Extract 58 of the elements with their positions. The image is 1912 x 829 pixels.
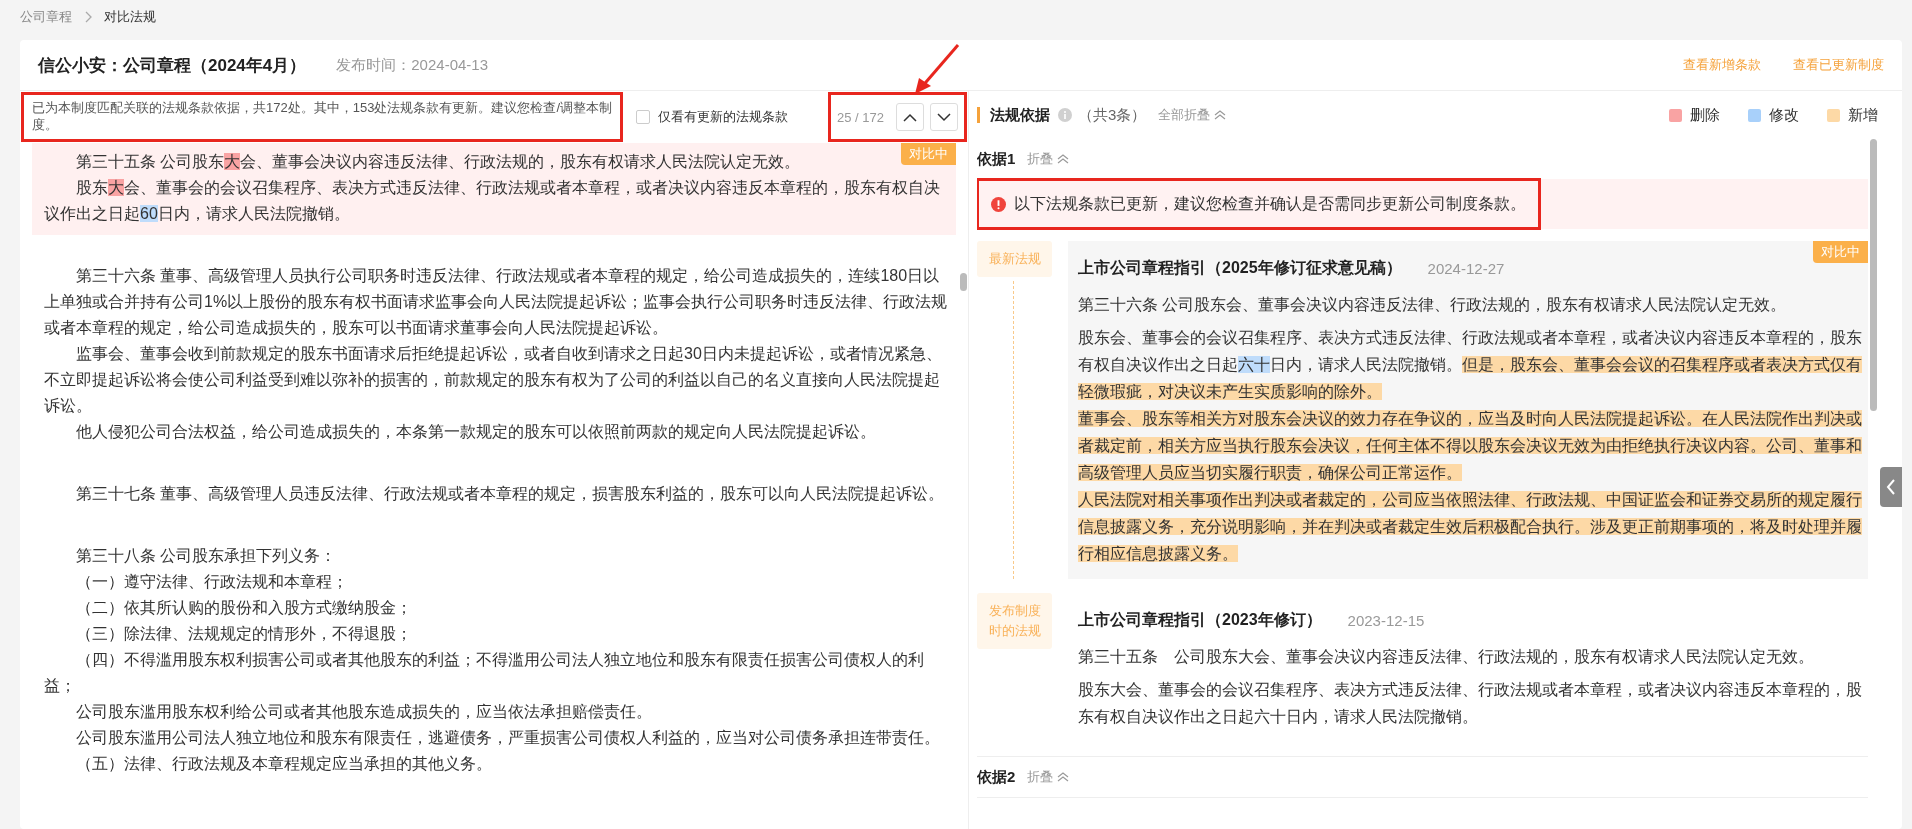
- legend-label: 修改: [1769, 105, 1799, 125]
- article-paragraph: （五）法律、行政法规及本章程规定应当承担的其他义务。: [75, 754, 493, 774]
- breadcrumb-item: 对比法规: [104, 8, 156, 26]
- regulation-paragraph: 第三十六条 公司股东会、董事会决议内容违反法律、行政法规的，股东有权请求人民法院认定无效。: [1078, 295, 1788, 315]
- page-counter: 25 / 172: [837, 109, 884, 125]
- item-count: （共3条）: [1078, 105, 1147, 125]
- regulation-paragraph: 股东会、董事会的会议召集程序、表决方式违反法律、行政法规或者本章程，或者决议内容违反本章程的，股东有权自决议作出之日起六十日内，请求人民法院撤销。但是，股东会、董事会会议的召集程序或者表决方式仅有轻微瑕疵，对决议未产生实质影响的除外。 董事会、股东等相关方对股东会决议的效力存在争议的，应当及时向人民法院提起诉讼。在人民法院作出判决或者裁定前，相关方应当执行股东会决议，任何主体不得以股东会决议无效为由拒绝执行决议内容。公司、董事和高级管理人员应当切实履行职责，确保公司正常运作。 人民法院对相关事项作出判决或者裁定的，公司应当依照法律、行政法规、中国证监会和证券交易所的规定履行信息披露义务，充分说明影响，并在判决或者裁定生效后积极配合执行。涉及更正前期事项的，将及时处理并履行相应信息披露义务。: [1078, 328, 1862, 564]
- article-paragraph: 第三十六条 董事、高级管理人员执行公司职务时违反法律、行政法规或者本章程的规定，给公司造成损失的，连续180日以上单独或合并持有公司1%以上股份的股东有权书面请求监事会向人民法院提起诉讼；监事会执行公司职务时违反法律、行政法规或者本章程的规定，给公司造成损失的，股东可以书面请求董事会向人民法院提起诉讼。: [44, 266, 949, 338]
- article-paragraph: 第三十八条 公司股东承担下列义务：: [75, 546, 338, 566]
- article-paragraph: （四）不得滥用股东权利损害公司或者其他股东的利益；不得滥用公司法人独立地位和股东有限责任损害公司债权人的利益；: [44, 650, 925, 696]
- scrollbar-thumb[interactable]: [1869, 139, 1877, 411]
- double-chevron-up-icon: [1057, 154, 1070, 164]
- chevron-left-icon: [1886, 478, 1896, 496]
- article-paragraph: 公司股东滥用公司法人独立地位和股东有限责任，逃避债务，严重损害公司债权人利益的，应当对公司债务承担连带责任。: [75, 728, 941, 748]
- chevron-up-icon: [903, 112, 917, 122]
- chevron-right-icon: [84, 11, 92, 23]
- basis-title: 依据1: [977, 149, 1016, 169]
- article-paragraph: 监事会、董事会收到前款规定的股东书面请求后拒绝提起诉讼，或者自收到请求之日起30日内未提起诉讼，或者情况紧急、不立即提起诉讼将会使公司利益受到难以弥补的损害的，前款规定的股东有权为了公司的利益以自己的名义直接向人民法院提起诉讼。: [44, 344, 943, 416]
- version-tag: 最新法规: [977, 241, 1052, 277]
- collapse-panel-button[interactable]: [1880, 467, 1902, 507]
- next-button[interactable]: [930, 103, 958, 131]
- article-paragraph: 他人侵犯公司合法权益，给公司造成损失的，本条第一款规定的股东可以依照前两款的规定向人民法院提起诉讼。: [75, 422, 877, 442]
- document-title: 信公小安：公司章程（2024年4月）: [38, 54, 307, 77]
- regulation-paragraph: 股东大会、董事会的会议召集程序、表决方式违反法律、行政法规或者本章程，或者决议内容违反本章程的，股东有权自决议作出之日起六十日内，请求人民法院撤销。: [1078, 680, 1862, 727]
- comparing-badge: 对比中: [901, 143, 956, 165]
- legend-label: 删除: [1690, 105, 1720, 125]
- article-paragraph: （三）除法律、法规规定的情形外，不得退股；: [75, 624, 413, 644]
- article-paragraph: 公司股东滥用股东权利给公司或者其他股东造成损失的，应当依法承担赔偿责任。: [75, 702, 653, 722]
- article-paragraph: 股东大会、董事会的会议召集程序、表决方式违反法律、行政法规或者本章程，或者决议内容违反本章程的，股东有权自决议作出之日起60日内，请求人民法院撤销。: [44, 178, 941, 224]
- article-paragraph: （二）依其所认购的股份和入股方式缴纳股金；: [75, 598, 413, 618]
- regulation-title: 上市公司章程指引（2025年修订征求意见稿）: [1078, 257, 1402, 278]
- basis-title: 依据2: [977, 767, 1016, 787]
- regulation-title: 上市公司章程指引（2023年修订）: [1078, 609, 1322, 630]
- article-paragraph: 第三十七条 董事、高级管理人员违反法律、行政法规或者本章程的规定，损害股东利益的，股东可以向人民法院提起诉讼。: [75, 484, 946, 504]
- scrollbar-thumb[interactable]: [959, 273, 967, 291]
- chevron-down-icon: [937, 112, 951, 122]
- double-chevron-up-icon: [1214, 110, 1227, 120]
- filter-checkbox[interactable]: 仅看有更新的法规条款: [636, 108, 788, 126]
- breadcrumb-item[interactable]: 公司章程: [20, 8, 72, 26]
- header-link[interactable]: 查看新增条款: [1683, 56, 1761, 74]
- regulation-date: 2024-12-27: [1427, 259, 1505, 277]
- regulation-paragraph: 第三十五条 公司股东大会、董事会决议内容违反法律、行政法规的，股东有权请求人民法院认定无效。: [1078, 647, 1815, 667]
- comparing-badge: 对比中: [1813, 241, 1868, 263]
- regulation-date: 2023-12-15: [1347, 611, 1425, 629]
- alert-text: 以下法规条款已更新，建议您检查并确认是否需同步更新公司制度条款。: [1014, 193, 1526, 214]
- collapse-button[interactable]: 折叠: [1027, 768, 1070, 786]
- info-banner: 已为本制度匹配关联的法规条款依据，共172处。其中，153处法规条款有更新。建议您检查/调整本制度。: [22, 93, 622, 141]
- version-tag: 发布制度时的法规: [977, 593, 1052, 649]
- warning-icon: [991, 196, 1006, 212]
- previous-button[interactable]: [896, 103, 924, 131]
- publish-date: 发布时间：2024-04-13: [336, 55, 488, 75]
- double-chevron-up-icon: [1057, 772, 1070, 782]
- collapse-all-button[interactable]: 全部折叠: [1158, 106, 1227, 124]
- legend-label: 新增: [1848, 105, 1878, 125]
- header-link[interactable]: 查看已更新制度: [1793, 56, 1884, 74]
- section-title: 法规依据: [977, 107, 1050, 123]
- article-paragraph: （一）遵守法律、行政法规和本章程；: [75, 572, 349, 592]
- collapse-button[interactable]: 折叠: [1027, 150, 1070, 168]
